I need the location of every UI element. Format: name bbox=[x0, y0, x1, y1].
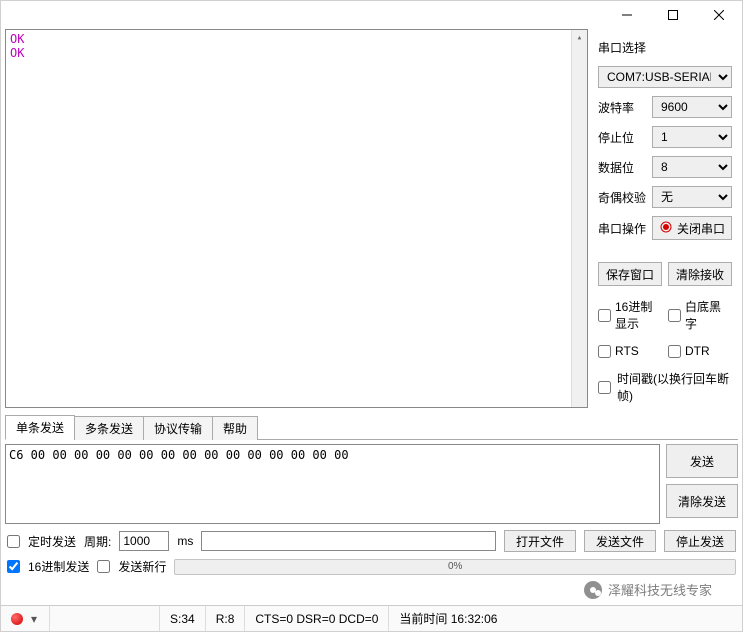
watermark: 泽耀科技无线专家 bbox=[584, 580, 712, 599]
send-newline-checkbox[interactable] bbox=[97, 560, 110, 573]
scroll-up-icon[interactable]: ▴ bbox=[572, 30, 587, 46]
close-button[interactable] bbox=[696, 1, 742, 29]
side-panel: 串口选择 COM7:USB-SERIAL 波特率 9600 停止位 1 数据位 … bbox=[592, 29, 742, 408]
maximize-button[interactable] bbox=[650, 1, 696, 29]
dtr-label: DTR bbox=[685, 344, 710, 358]
receive-text: OK OK bbox=[6, 30, 587, 62]
port-select[interactable]: COM7:USB-SERIAL bbox=[598, 66, 732, 88]
period-unit: ms bbox=[177, 534, 193, 548]
status-recv: R:8 bbox=[206, 606, 246, 631]
tab-help[interactable]: 帮助 bbox=[212, 416, 258, 440]
white-black-checkbox[interactable] bbox=[668, 309, 681, 322]
watermark-text: 泽耀科技无线专家 bbox=[608, 580, 712, 599]
hex-display-label: 16进制显示 bbox=[615, 298, 662, 332]
progress-bar: 0% bbox=[174, 559, 736, 575]
send-options: 定时发送 周期: ms 打开文件 发送文件 停止发送 16进制发送 发送新行 0… bbox=[7, 530, 736, 575]
status-time: 当前时间 16:32:06 bbox=[389, 606, 742, 631]
white-black-label: 白底黑字 bbox=[685, 298, 732, 332]
status-indicator[interactable]: ▾ bbox=[1, 606, 50, 631]
baud-label: 波特率 bbox=[598, 99, 646, 116]
titlebar bbox=[1, 1, 742, 29]
send-input[interactable] bbox=[5, 444, 660, 524]
rts-label: RTS bbox=[615, 344, 639, 358]
stopbit-select[interactable]: 1 bbox=[652, 126, 732, 148]
status-spacer bbox=[50, 606, 160, 631]
tab-single-send[interactable]: 单条发送 bbox=[5, 415, 75, 440]
clear-send-button[interactable]: 清除发送 bbox=[666, 484, 738, 518]
chevron-down-icon[interactable]: ▾ bbox=[29, 614, 39, 624]
op-label: 串口操作 bbox=[598, 220, 646, 237]
baud-select[interactable]: 9600 bbox=[652, 96, 732, 118]
stop-send-button[interactable]: 停止发送 bbox=[664, 530, 736, 552]
status-bar: ▾ S:34 R:8 CTS=0 DSR=0 DCD=0 当前时间 16:32:… bbox=[1, 605, 742, 631]
period-input[interactable] bbox=[119, 531, 169, 551]
hex-send-label: 16进制发送 bbox=[28, 558, 89, 575]
stopbit-label: 停止位 bbox=[598, 129, 646, 146]
tab-protocol[interactable]: 协议传输 bbox=[143, 416, 213, 440]
port-label: 串口选择 bbox=[598, 39, 732, 56]
receive-scrollbar[interactable]: ▴ bbox=[571, 30, 587, 407]
period-label: 周期: bbox=[84, 533, 111, 550]
save-window-button[interactable]: 保存窗口 bbox=[598, 262, 662, 286]
file-path-field[interactable] bbox=[201, 531, 496, 551]
send-file-button[interactable]: 发送文件 bbox=[584, 530, 656, 552]
rts-checkbox[interactable] bbox=[598, 345, 611, 358]
progress-text: 0% bbox=[448, 561, 462, 572]
parity-select[interactable]: 无 bbox=[652, 186, 732, 208]
timestamp-label: 时间戳(以换行回车断帧) bbox=[617, 370, 732, 404]
timestamp-checkbox[interactable] bbox=[598, 381, 611, 394]
minimize-button[interactable] bbox=[604, 1, 650, 29]
tab-multi-send[interactable]: 多条发送 bbox=[74, 416, 144, 440]
status-signals: CTS=0 DSR=0 DCD=0 bbox=[245, 606, 389, 631]
databit-label: 数据位 bbox=[598, 159, 646, 176]
status-sent: S:34 bbox=[160, 606, 206, 631]
send-button[interactable]: 发送 bbox=[666, 444, 738, 478]
record-icon bbox=[11, 613, 23, 625]
wechat-icon bbox=[584, 581, 602, 599]
app-window: OK OK ▴ 串口选择 COM7:USB-SERIAL 波特率 9600 停止… bbox=[0, 0, 743, 632]
port-status-icon bbox=[659, 220, 673, 237]
clear-receive-button[interactable]: 清除接收 bbox=[668, 262, 732, 286]
open-file-button[interactable]: 打开文件 bbox=[504, 530, 576, 552]
close-port-label: 关闭串口 bbox=[677, 220, 725, 237]
timed-send-checkbox[interactable] bbox=[7, 535, 20, 548]
close-port-button[interactable]: 关闭串口 bbox=[652, 216, 732, 240]
upper-pane: OK OK ▴ 串口选择 COM7:USB-SERIAL 波特率 9600 停止… bbox=[1, 29, 742, 408]
send-area: 发送 清除发送 bbox=[5, 444, 738, 524]
timed-send-label: 定时发送 bbox=[28, 533, 76, 550]
databit-select[interactable]: 8 bbox=[652, 156, 732, 178]
send-newline-label: 发送新行 bbox=[118, 558, 166, 575]
parity-label: 奇偶校验 bbox=[598, 189, 646, 206]
hex-send-checkbox[interactable] bbox=[7, 560, 20, 573]
tabs: 单条发送 多条发送 协议传输 帮助 bbox=[5, 416, 738, 440]
dtr-checkbox[interactable] bbox=[668, 345, 681, 358]
hex-display-checkbox[interactable] bbox=[598, 309, 611, 322]
receive-area[interactable]: OK OK ▴ bbox=[5, 29, 588, 408]
